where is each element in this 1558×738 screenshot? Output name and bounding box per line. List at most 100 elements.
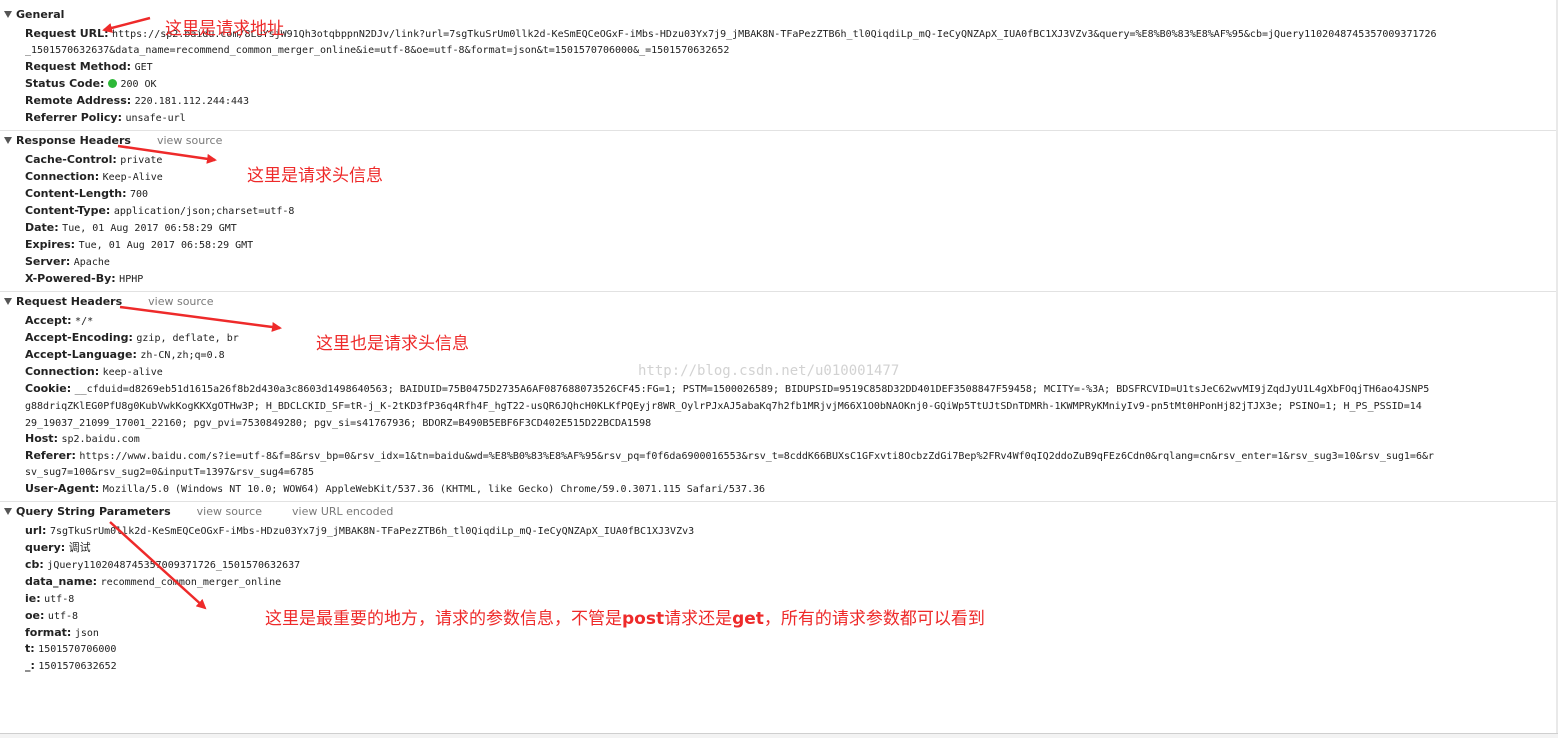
header-value: sp2.baidu.com <box>61 434 140 445</box>
header-row: Cache-Control: private <box>25 151 162 168</box>
param-value: 调试 <box>68 541 91 554</box>
header-value: https://sp2.baidu.com/8LUYsjW91Qh3otqbpp… <box>112 29 1437 40</box>
request-headers-header[interactable]: Request Headers view source <box>4 295 214 311</box>
header-row: Date: Tue, 01 Aug 2017 06:58:29 GMT <box>25 219 237 236</box>
header-key: Date: <box>25 221 59 234</box>
param-key: query: <box>25 541 66 554</box>
header-row: Accept-Language: zh-CN,zh;q=0.8 <box>25 346 225 363</box>
header-row: Content-Length: 700 <box>25 185 148 202</box>
header-key: Accept-Encoding: <box>25 331 133 344</box>
header-value: 200 OK <box>120 79 157 90</box>
annotation-text: 请求还是 <box>664 609 733 629</box>
view-source-link[interactable]: view source <box>157 134 222 147</box>
header-row: Accept-Encoding: gzip, deflate, br <box>25 329 239 346</box>
view-source-link[interactable]: view source <box>148 295 213 308</box>
header-value: Tue, 01 Aug 2017 06:58:29 GMT <box>78 240 254 251</box>
section-title: General <box>16 8 65 21</box>
view-url-encoded-link[interactable]: view URL encoded <box>292 505 393 518</box>
header-value: Mozilla/5.0 (Windows NT 10.0; WOW64) App… <box>102 484 766 495</box>
header-value: HPHP <box>119 274 144 285</box>
header-value: */* <box>75 316 94 327</box>
header-key: Content-Length: <box>25 187 127 200</box>
header-value: 220.181.112.244:443 <box>134 96 250 107</box>
header-key: Accept-Language: <box>25 348 137 361</box>
header-row-cookie-cont: g88driqZKlEG0PfU8g0KubVwkKogKKXgOTHw3P; … <box>25 397 1422 414</box>
header-value: unsafe-url <box>125 113 186 124</box>
header-value: gzip, deflate, br <box>136 333 239 344</box>
query-params-section: Query String Parameters view source view U… <box>0 501 1558 681</box>
param-value: 7sgTkuSrUm0llk2d-KeSmEQCeOGxF-iMbs-HDzu0… <box>49 526 695 537</box>
param-value: json <box>74 628 99 639</box>
param-value: 1501570632652 <box>38 661 117 672</box>
header-value-cont: g88driqZKlEG0PfU8g0KubVwkKogKKXgOTHw3P; … <box>25 401 1422 412</box>
header-row: Connection: keep-alive <box>25 363 163 380</box>
collapse-triangle-icon[interactable] <box>4 508 12 515</box>
header-key: Referrer Policy: <box>25 111 122 124</box>
header-key: Expires: <box>25 238 76 251</box>
header-row: Server: Apache <box>25 253 110 270</box>
header-row: X-Powered-By: HPHP <box>25 270 143 287</box>
param-key: data_name: <box>25 575 98 588</box>
param-value: jQuery1102048745357009371726_15015706326… <box>47 560 301 571</box>
annotation-request-url: 这里是请求地址 <box>165 19 284 39</box>
param-value: 1501570706000 <box>38 644 117 655</box>
annotation-text: 这里是最重要的地方，请求的参数信息，不管是 <box>265 609 622 629</box>
header-key: Connection: <box>25 365 100 378</box>
section-title: Request Headers <box>16 295 123 308</box>
param-row: ie: utf-8 <box>25 590 74 607</box>
header-row: User-Agent: Mozilla/5.0 (Windows NT 10.0… <box>25 480 765 497</box>
header-key: X-Powered-By: <box>25 272 116 285</box>
header-value: 700 <box>130 189 149 200</box>
header-key: Host: <box>25 432 58 445</box>
header-row: Accept: */* <box>25 312 93 329</box>
response-headers-header[interactable]: Response Headers view source <box>4 134 222 150</box>
param-row: format: json <box>25 624 99 641</box>
header-row-cookie: Cookie: __cfduid=d8269eb51d1615a26f8b2d4… <box>25 380 1429 397</box>
view-source-link[interactable]: view source <box>197 505 262 518</box>
annotation-text-post: post <box>622 609 665 629</box>
header-row: Connection: Keep-Alive <box>25 168 163 185</box>
header-value: private <box>120 155 163 166</box>
header-row-request-url-cont: _1501570632637&data_name=recommend_commo… <box>25 41 729 58</box>
header-key: Content-Type: <box>25 204 111 217</box>
header-key: Request URL: <box>25 27 109 40</box>
header-key: Cookie: <box>25 382 72 395</box>
status-ok-icon <box>108 79 118 88</box>
param-value: recommend_common_merger_online <box>100 577 282 588</box>
param-value: utf-8 <box>44 594 75 605</box>
bottom-panel-edge <box>0 733 1558 738</box>
param-key: oe: <box>25 609 45 622</box>
header-key: Cache-Control: <box>25 153 117 166</box>
header-row-referer: Referer: https://www.baidu.com/s?ie=utf-… <box>25 447 1434 464</box>
collapse-triangle-icon[interactable] <box>4 137 12 144</box>
header-key: Connection: <box>25 170 100 183</box>
param-key: ie: <box>25 592 41 605</box>
header-value: __cfduid=d8269eb51d1615a26f8b2d430a3c860… <box>74 384 1430 395</box>
header-row: Host: sp2.baidu.com <box>25 430 140 447</box>
header-key: Remote Address: <box>25 94 132 107</box>
param-row: data_name: recommend_common_merger_onlin… <box>25 573 281 590</box>
header-row: Expires: Tue, 01 Aug 2017 06:58:29 GMT <box>25 236 253 253</box>
general-header[interactable]: General <box>4 8 64 24</box>
section-title: Response Headers <box>16 134 131 147</box>
annotation-text-get: get <box>732 609 764 629</box>
header-value: GET <box>134 62 153 73</box>
param-row: url: 7sgTkuSrUm0llk2d-KeSmEQCeOGxF-iMbs-… <box>25 522 694 539</box>
header-key: User-Agent: <box>25 482 100 495</box>
request-headers-section: Request Headers view source Accept: */* A… <box>0 291 1558 502</box>
header-row-remote-address: Remote Address: 220.181.112.244:443 <box>25 92 249 109</box>
header-value: Apache <box>73 257 110 268</box>
header-value: Tue, 01 Aug 2017 06:58:29 GMT <box>62 223 237 234</box>
header-value-cont: _1501570632637&data_name=recommend_commo… <box>25 45 730 56</box>
annotation-text: ，所有的请求参数都可以看到 <box>763 609 985 629</box>
header-value-cont: sv_sug7=100&rsv_sug2=0&inputT=1397&rsv_s… <box>25 467 314 478</box>
header-key: Server: <box>25 255 71 268</box>
param-key: cb: <box>25 558 44 571</box>
header-row-status-code: Status Code: 200 OK <box>25 75 157 92</box>
collapse-triangle-icon[interactable] <box>4 11 12 18</box>
response-headers-section: Response Headers view source Cache-Contro… <box>0 130 1558 292</box>
collapse-triangle-icon[interactable] <box>4 298 12 305</box>
section-title: Query String Parameters <box>16 505 171 518</box>
query-params-header[interactable]: Query String Parameters view source view U… <box>4 505 393 521</box>
param-key: _: <box>25 659 35 672</box>
